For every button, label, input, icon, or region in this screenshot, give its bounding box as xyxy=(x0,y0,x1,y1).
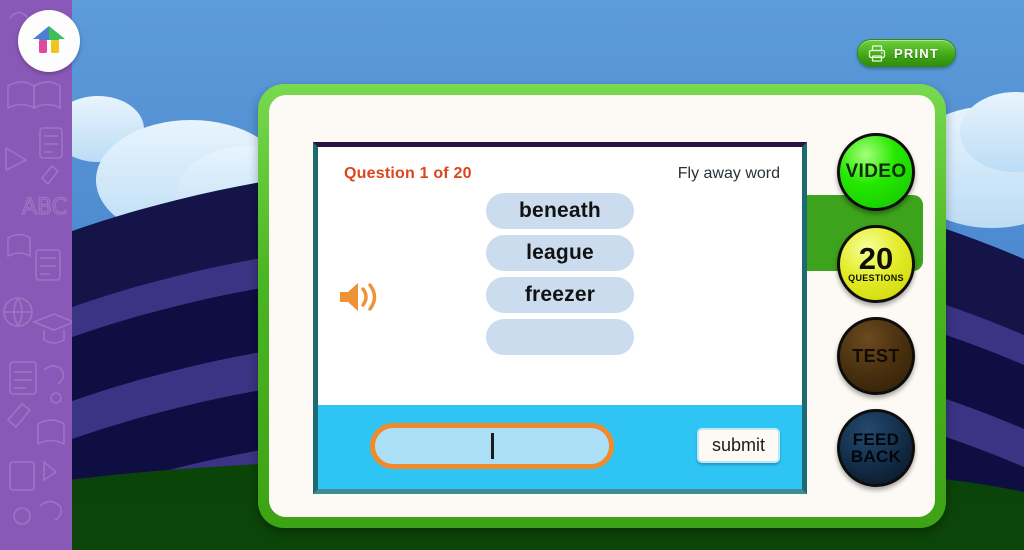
activity-screen: Question 1 of 20 Fly away word beneath l… xyxy=(313,142,807,494)
twenty-questions-number: 20 xyxy=(858,241,894,277)
feedback-button-label-line1: FEED xyxy=(852,429,900,449)
screen-word-area: Question 1 of 20 Fly away word beneath l… xyxy=(318,147,802,407)
test-button[interactable]: TEST xyxy=(837,317,915,395)
left-sidebar: ABC xyxy=(0,0,72,550)
word-list: beneath league freezer xyxy=(486,193,634,355)
school-supplies-pattern-icon: ABC xyxy=(3,11,72,525)
twenty-questions-sublabel: QUESTIONS xyxy=(848,272,904,283)
feedback-button[interactable]: FEED BACK xyxy=(837,409,915,487)
word-pill[interactable]: beneath xyxy=(486,193,634,229)
answer-bar: submit xyxy=(318,405,802,489)
word-pill[interactable]: freezer xyxy=(486,277,634,313)
app-window-frame: Question 1 of 20 Fly away word beneath l… xyxy=(258,84,946,528)
print-button[interactable]: PRINT xyxy=(857,39,956,67)
twenty-questions-button[interactable]: 20 QUESTIONS xyxy=(837,225,915,303)
home-icon xyxy=(33,26,65,53)
answer-input[interactable] xyxy=(370,423,614,469)
video-button[interactable]: VIDEO xyxy=(837,133,915,211)
feedback-button-label-line2: BACK xyxy=(850,447,902,466)
word-pill[interactable]: league xyxy=(486,235,634,271)
printer-icon xyxy=(868,44,886,62)
text-caret xyxy=(490,433,494,459)
submit-button[interactable]: submit xyxy=(696,428,780,463)
video-button-label: VIDEO xyxy=(845,161,907,183)
app-window-inner: Question 1 of 20 Fly away word beneath l… xyxy=(269,95,935,517)
speaker-button[interactable] xyxy=(338,279,382,319)
test-button-label: TEST xyxy=(852,345,900,366)
print-label: PRINT xyxy=(894,45,939,61)
speaker-icon xyxy=(340,283,377,311)
activity-mode-label: Fly away word xyxy=(677,165,780,182)
question-counter: Question 1 of 20 xyxy=(344,165,472,182)
word-pill-empty[interactable] xyxy=(486,319,634,355)
svg-text:ABC: ABC xyxy=(22,195,67,220)
home-button[interactable] xyxy=(18,10,80,72)
mode-button-rail: VIDEO 20 QUESTIONS TEST FEED BACK xyxy=(807,95,935,517)
